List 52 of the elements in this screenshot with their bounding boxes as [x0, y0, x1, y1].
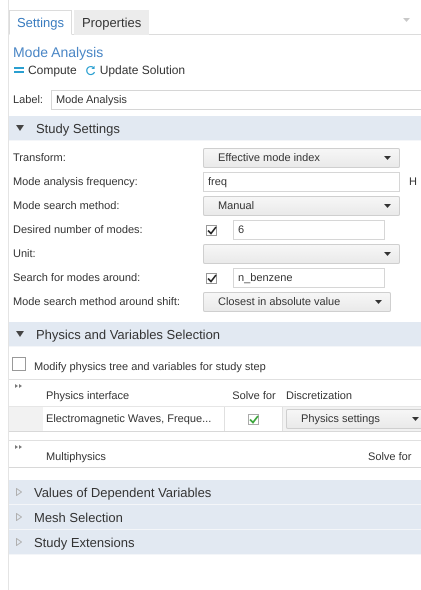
caret-icon [384, 204, 391, 208]
input-field[interactable]: 6 [233, 220, 385, 240]
section-header[interactable]: Study Extensions [9, 530, 421, 555]
collapse-arrow-icon [16, 331, 24, 337]
caret-icon [375, 300, 382, 304]
section-header[interactable]: Mesh Selection [9, 505, 421, 530]
expand-arrow-icon [16, 538, 22, 546]
section-header[interactable]: Physics and Variables Selection [9, 322, 421, 347]
field-label: Mode search method: [13, 200, 120, 212]
input-field[interactable]: n_benzene [233, 268, 385, 288]
refresh-icon [84, 64, 96, 76]
window-title: Mode Analysis [12, 43, 104, 60]
field-label: Mode analysis frequency: [13, 176, 139, 188]
tab[interactable]: Settings [9, 10, 72, 35]
field-label: Search for modes around: [13, 272, 142, 284]
dropdown[interactable]: Physics settings [286, 409, 421, 429]
column-header: Solve for [368, 451, 412, 463]
column-header: Solve for [231, 390, 277, 402]
section-header[interactable]: Study Settings [9, 116, 421, 141]
section-header[interactable]: Values of Dependent Variables [9, 480, 421, 505]
field-label: Desired number of modes: [13, 224, 144, 236]
column-header: Multiphysics [45, 451, 107, 463]
column-header: Physics interface [45, 390, 130, 402]
input-field[interactable]: freq [203, 172, 400, 192]
checkbox[interactable] [206, 272, 217, 284]
label-field[interactable]: Mode Analysis [50, 90, 421, 110]
caret-icon [384, 252, 391, 256]
label-caption: Label: [13, 94, 43, 106]
tab[interactable]: Properties [74, 10, 150, 35]
dropdown[interactable]: Closest in absolute value [203, 292, 391, 312]
compute-button[interactable]: Compute [12, 62, 79, 78]
field-label: Mode search method around shift: [13, 296, 181, 308]
field-label: Transform: [13, 152, 67, 164]
checkbox[interactable] [248, 414, 259, 424]
collapse-arrow-icon [16, 125, 24, 131]
update-button[interactable]: Update Solution [82, 62, 188, 78]
compute-icon [14, 66, 24, 74]
expand-icon[interactable] [15, 445, 22, 449]
field-label: Unit: [13, 248, 37, 260]
expand-arrow-icon [16, 513, 22, 521]
checkbox-label: Modify physics tree and variables for study step [34, 361, 266, 373]
expand-icon[interactable] [15, 384, 22, 388]
dropdown[interactable]: Effective mode index [203, 148, 400, 168]
table-cell: Electromagnetic Waves, Freque... [43, 407, 225, 431]
checkbox[interactable] [12, 357, 26, 371]
caret-icon [412, 417, 419, 421]
unit-label: H [409, 176, 417, 188]
caret-icon [384, 156, 391, 160]
dropdown[interactable]: Manual [203, 196, 400, 216]
expand-arrow-icon [16, 488, 22, 496]
column-header: Discretization [285, 390, 352, 402]
checkbox[interactable] [206, 224, 217, 236]
